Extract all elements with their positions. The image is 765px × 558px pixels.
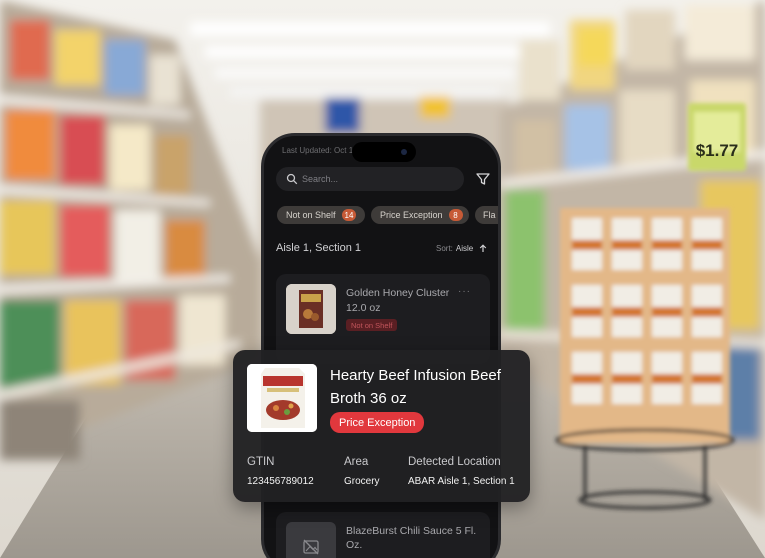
- gtin-value: 123456789012: [247, 476, 314, 487]
- area-label: Area: [344, 456, 369, 468]
- beef-broth-carton-image: [247, 364, 317, 432]
- filter-chip-truncated[interactable]: Fla: [475, 206, 498, 224]
- detected-location-value: ABAR Aisle 1, Section 1: [408, 476, 515, 487]
- dynamic-island: [352, 142, 416, 162]
- sort-value: Aisle: [455, 244, 474, 253]
- sort-label: Sort:: [436, 244, 453, 253]
- store-aisle-scene: $1.77 Last Updated: Oct 13, 2023 Search.…: [0, 0, 765, 558]
- chip-label: Price Exception: [380, 210, 443, 220]
- search-icon: [286, 173, 298, 185]
- sort-arrow-icon: [480, 244, 487, 252]
- product-thumbnail: [286, 522, 336, 558]
- camera-dot: [401, 149, 407, 155]
- search-bar[interactable]: [276, 167, 464, 191]
- price-exception-badge: Price Exception: [330, 412, 425, 433]
- not-on-shelf-badge: Not on Shelf: [346, 319, 398, 331]
- chip-count-badge: 8: [448, 209, 463, 221]
- price-tag-text: $1.77: [696, 141, 739, 160]
- filter-chip-not-on-shelf[interactable]: Not on Shelf 14: [277, 206, 365, 224]
- search-input[interactable]: [302, 171, 452, 187]
- product-size: 12.0 oz: [346, 302, 381, 314]
- product-title: BlazeBurst Chili Sauce 5 Fl. Oz.: [346, 525, 477, 551]
- popup-product-title: Hearty Beef Infusion Beef Broth 36 oz: [330, 367, 501, 407]
- filter-chip-price-exception[interactable]: Price Exception 8: [371, 206, 469, 224]
- gtin-label: GTIN: [247, 456, 275, 468]
- area-value: Grocery: [344, 476, 380, 487]
- chip-label: Fla: [483, 210, 496, 220]
- product-image: [247, 364, 317, 432]
- filter-icon[interactable]: [475, 171, 491, 187]
- detected-location-label: Detected Location: [408, 456, 501, 468]
- image-placeholder-icon: [303, 539, 319, 555]
- cereal-box-image: [286, 284, 336, 334]
- product-card[interactable]: BlazeBurst Chili Sauce 5 Fl. Oz.: [276, 512, 490, 558]
- more-options-icon[interactable]: ···: [458, 286, 471, 297]
- chip-label: Not on Shelf: [286, 210, 336, 220]
- section-title: Aisle 1, Section 1: [276, 242, 361, 254]
- product-thumbnail: [286, 284, 336, 334]
- product-detail-popup[interactable]: Hearty Beef Infusion Beef Broth 36 oz Pr…: [233, 350, 530, 502]
- chip-count-badge: 14: [341, 209, 357, 221]
- sort-control[interactable]: Sort: Aisle: [436, 244, 487, 253]
